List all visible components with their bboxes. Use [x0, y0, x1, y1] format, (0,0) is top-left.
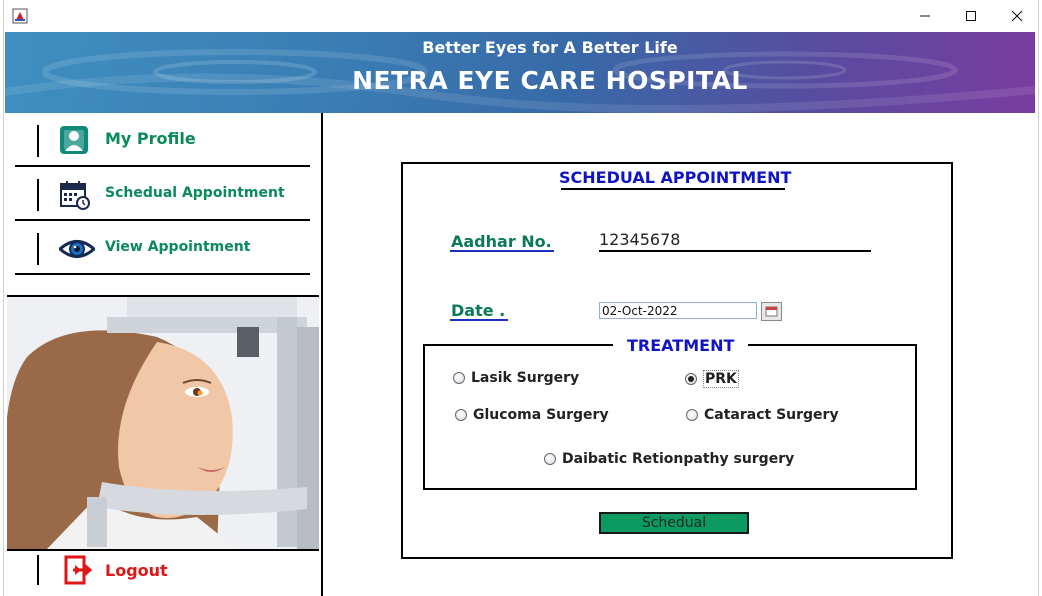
title-bar [4, 0, 1038, 32]
maximize-button[interactable] [948, 0, 994, 32]
aadhar-label-underline [450, 250, 554, 252]
radio-glucoma-surgery[interactable]: Glucoma Surgery [455, 407, 609, 423]
radio-prk[interactable]: PRK [685, 370, 739, 388]
sidebar-item-my-profile[interactable]: My Profile [15, 115, 310, 167]
maximize-icon [966, 11, 976, 21]
calendar-icon [59, 179, 91, 211]
sidebar-item-view-appointment[interactable]: View Appointment [15, 223, 310, 275]
radio-label: Glucoma Surgery [473, 407, 609, 423]
treatment-group: TREATMENT Lasik Surgery PRK Glucoma Surg… [423, 336, 917, 490]
nav-divider [15, 219, 310, 221]
treatment-legend: TREATMENT [613, 336, 749, 355]
hospital-name: NETRA EYE CARE HOSPITAL [352, 66, 748, 95]
hospital-banner: Better Eyes for A Better Life NETRA EYE … [5, 32, 1035, 113]
sidebar-item-label: Schedual Appointment [105, 185, 285, 201]
app-window: Better Eyes for A Better Life NETRA EYE … [3, 0, 1039, 596]
radio-lasik-surgery[interactable]: Lasik Surgery [453, 370, 579, 386]
date-label-underline [450, 319, 508, 321]
sidebar: My Profile Schedual Appointment View App… [5, 113, 323, 596]
close-button[interactable] [994, 0, 1040, 32]
radio-button[interactable] [544, 453, 556, 465]
date-field[interactable]: 02-Oct-2022 [599, 302, 757, 319]
eye-icon [57, 233, 97, 265]
eye-exam-photo [7, 295, 319, 551]
radio-button-selected[interactable] [685, 373, 697, 385]
sidebar-item-label: My Profile [105, 129, 196, 148]
panel-title: SCHEDUAL APPOINTMENT [559, 168, 792, 187]
logout-icon [63, 555, 93, 585]
title-underline [561, 188, 785, 190]
nav-divider [15, 273, 310, 275]
logout-button[interactable]: Logout [15, 549, 310, 595]
radio-label: Lasik Surgery [471, 370, 580, 386]
sidebar-item-label: View Appointment [105, 239, 251, 255]
radio-label: Cataract Surgery [704, 407, 839, 423]
profile-icon [59, 125, 91, 157]
radio-cataract-surgery[interactable]: Cataract Surgery [686, 407, 839, 423]
nav-separator [37, 125, 39, 157]
radio-button[interactable] [453, 372, 465, 384]
date-label: Date . [451, 301, 506, 320]
sidebar-item-schedule-appointment[interactable]: Schedual Appointment [15, 169, 310, 221]
schedule-button[interactable]: Schedual [599, 512, 749, 534]
java-app-icon [12, 8, 28, 24]
banner-tagline: Better Eyes for A Better Life [422, 38, 678, 57]
minimize-button[interactable] [902, 0, 948, 32]
minimize-icon [920, 15, 930, 17]
nav-divider [15, 165, 310, 167]
nav-separator [37, 555, 39, 585]
nav-separator [37, 179, 39, 211]
radio-label: PRK [703, 370, 739, 388]
aadhar-field-underline [599, 250, 871, 252]
aadhar-label: Aadhar No. [451, 232, 552, 251]
schedule-appointment-panel: SCHEDUAL APPOINTMENT Aadhar No. 12345678… [401, 162, 953, 559]
radio-button[interactable] [455, 409, 467, 421]
radio-label: Daibatic Retionpathy surgery [562, 451, 795, 467]
aadhar-field[interactable]: 12345678 [599, 230, 680, 249]
radio-diabetic-retinopathy-surgery[interactable]: Daibatic Retionpathy surgery [544, 451, 794, 467]
calendar-icon [765, 306, 778, 317]
date-picker-button[interactable] [761, 302, 782, 321]
close-icon [1011, 10, 1023, 22]
nav-separator [37, 233, 39, 265]
logout-label: Logout [105, 561, 168, 580]
radio-button[interactable] [686, 409, 698, 421]
